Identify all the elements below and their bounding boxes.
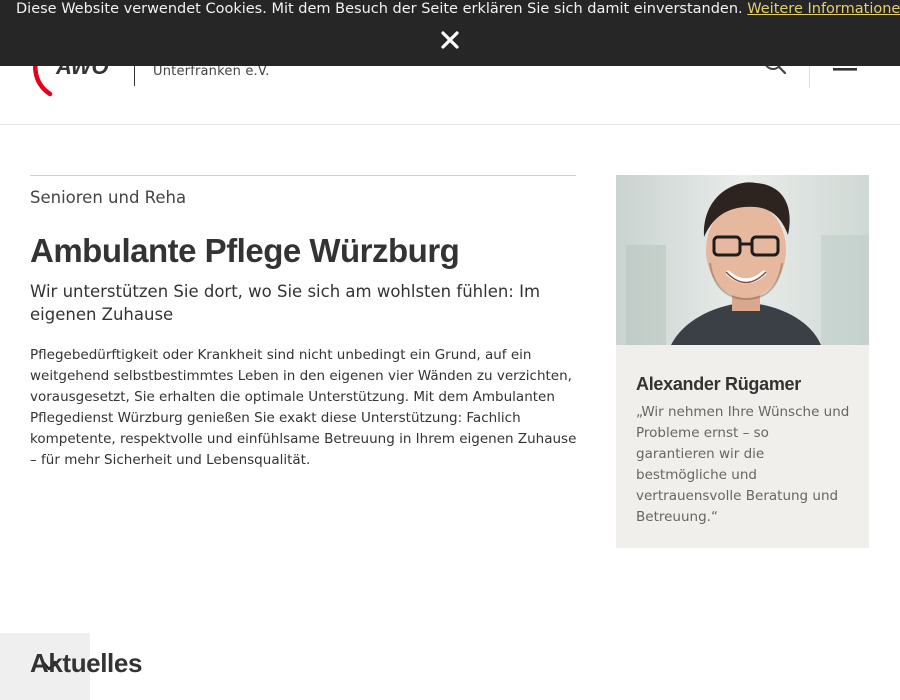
intro-paragraph: Pflegebedürftigkeit oder Krankheit sind … (30, 347, 577, 468)
category-label: Senioren und Reha (30, 188, 187, 207)
cookie-message: Diese Website verwendet Cookies. Mit dem… (16, 1, 743, 17)
cookie-close-button[interactable] (438, 28, 462, 52)
org-name-line2: Unterfranken e.V. (153, 64, 270, 79)
contact-portrait-image (616, 175, 869, 345)
contact-photo (616, 175, 869, 345)
contact-quote: „Wir nehmen Ihre Wünsche und Probleme er… (636, 404, 850, 525)
content-divider (30, 175, 576, 176)
close-icon (441, 31, 459, 49)
page-title: Ambulante Pflege Würzburg (30, 232, 460, 269)
news-section-heading: Aktuelles (30, 648, 143, 678)
contact-card: Alexander Rügamer „Wir nehmen Ihre Wünsc… (616, 175, 869, 548)
cookie-banner: Diese Website verwendet Cookies. Mit dem… (0, 0, 900, 66)
page-subtitle: Wir unterstützen Sie dort, wo Sie sich a… (30, 282, 541, 324)
contact-name: Alexander Rügamer (636, 374, 801, 394)
cookie-more-info-link[interactable]: Weitere Informationen (747, 1, 900, 17)
cookie-message-line: Diese Website verwendet Cookies. Mit dem… (16, 0, 900, 19)
